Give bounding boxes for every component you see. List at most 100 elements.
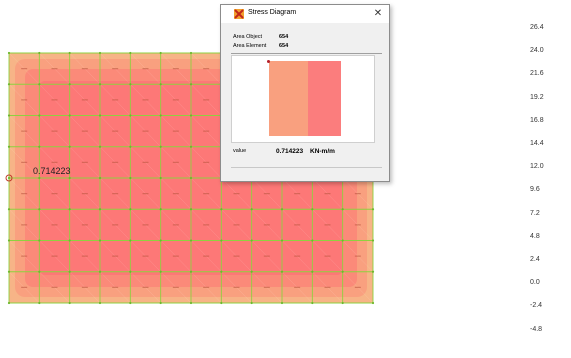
mesh-node: [7, 83, 11, 86]
mesh-node: [280, 301, 284, 305]
mesh-node: [371, 208, 375, 211]
mesh-node: [280, 270, 284, 273]
legend-label: 12.0: [530, 163, 544, 170]
mesh-node: [7, 51, 11, 55]
cell-label-mark: [112, 99, 119, 101]
divider: [231, 53, 382, 54]
mesh-node: [341, 270, 344, 273]
mesh-node: [129, 239, 132, 242]
mesh-node: [280, 208, 284, 211]
cell-label-mark: [21, 255, 28, 257]
mesh-node: [68, 176, 71, 180]
value-label: value: [233, 148, 247, 154]
cell-label-mark: [172, 130, 179, 132]
mesh-node: [311, 270, 314, 273]
legend-label: 2.4: [530, 256, 540, 263]
legend-label: 0.0: [530, 279, 540, 286]
cell-label-mark: [112, 130, 119, 132]
mesh-node: [98, 301, 102, 305]
legend-label: 4.8: [530, 233, 540, 240]
cell-label-mark: [51, 224, 58, 226]
mesh-node: [341, 239, 344, 242]
mesh-node: [129, 176, 132, 180]
mesh-node: [220, 270, 223, 273]
cell-label-mark: [354, 286, 361, 288]
cell-label-mark: [21, 286, 28, 288]
mesh-node: [159, 114, 162, 117]
cell-label-mark: [81, 99, 88, 101]
cell-label-mark: [324, 255, 331, 257]
cell-label-mark: [142, 224, 149, 226]
mesh-node: [311, 208, 314, 211]
mesh-node: [68, 301, 71, 305]
mesh-node: [371, 270, 375, 273]
cell-label-mark: [354, 255, 361, 257]
area-element-label: Area Element: [233, 43, 267, 49]
cell-label-mark: [112, 286, 119, 288]
mesh-node: [129, 83, 132, 86]
close-button[interactable]: ✕: [371, 7, 385, 21]
legend-label: 26.4: [530, 24, 544, 31]
mesh-node: [159, 83, 162, 86]
mesh-node: [7, 145, 11, 148]
cell-label-mark: [263, 255, 270, 257]
mesh-node: [189, 301, 193, 305]
mesh-node: [7, 114, 11, 117]
cell-label-mark: [294, 255, 301, 257]
cell-label-mark: [172, 286, 179, 288]
cell-label-mark: [51, 193, 58, 195]
legend-label: 9.6: [530, 186, 540, 193]
mesh-node: [98, 51, 102, 55]
dialog-titlebar[interactable]: Stress Diagram ✕: [221, 5, 389, 23]
mesh-node: [38, 301, 41, 305]
mesh-node: [68, 239, 71, 242]
mesh-node: [38, 145, 41, 148]
legend-label: -4.8: [530, 326, 543, 333]
cell-label-mark: [203, 161, 210, 163]
divider-bottom: [231, 167, 382, 168]
mesh-node: [129, 114, 132, 117]
legend-label: 7.2: [530, 210, 540, 217]
cell-label-mark: [142, 161, 149, 163]
cell-label-mark: [233, 193, 240, 195]
mesh-node: [189, 208, 193, 211]
mesh-node: [7, 270, 11, 273]
mesh-node: [250, 239, 253, 242]
mesh-node: [311, 301, 314, 305]
mesh-node: [38, 176, 41, 180]
cell-label-mark: [172, 224, 179, 226]
legend-label: 19.2: [530, 94, 544, 101]
cell-label-mark: [21, 99, 28, 101]
close-icon: ✕: [373, 8, 383, 19]
cell-label-mark: [51, 161, 58, 163]
mesh-node: [129, 145, 132, 148]
area-object-label: Area Object: [233, 34, 263, 40]
mesh-node: [68, 51, 71, 55]
value-number: 0.714223: [276, 148, 304, 155]
cell-label-mark: [263, 193, 270, 195]
legend-label: 24.0: [530, 47, 544, 54]
mesh-node: [159, 239, 162, 242]
legend-label: 21.6: [530, 70, 544, 77]
cell-label-mark: [81, 255, 88, 257]
mesh-node: [68, 145, 71, 148]
cell-label-mark: [81, 224, 88, 226]
mesh-node: [341, 301, 344, 305]
cell-label-mark: [294, 193, 301, 195]
area-object-value: 654: [279, 34, 289, 40]
mesh-node: [68, 270, 71, 273]
legend-label: 14.4: [530, 140, 544, 147]
cell-label-mark: [324, 193, 331, 195]
mesh-node: [68, 83, 71, 86]
mesh-node: [189, 270, 193, 273]
cell-label-mark: [203, 286, 210, 288]
stress-diagram-dialog[interactable]: Stress Diagram ✕ Area Object 654 Area El…: [220, 4, 390, 182]
mesh-node: [159, 145, 162, 148]
point-value-label: 0.714223: [33, 166, 71, 176]
cell-label-mark: [81, 193, 88, 195]
mesh-node: [98, 176, 102, 180]
mesh-node: [220, 301, 223, 305]
cell-label-mark: [142, 99, 149, 101]
cell-label-mark: [172, 161, 179, 163]
mesh-node: [371, 301, 375, 305]
